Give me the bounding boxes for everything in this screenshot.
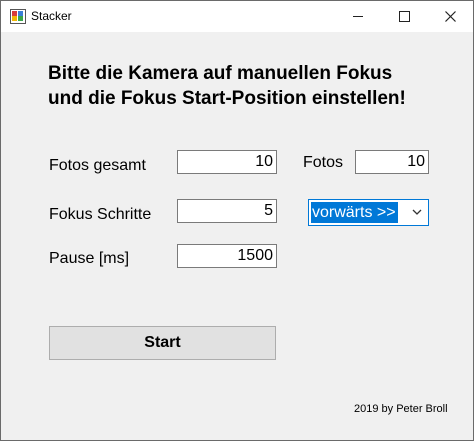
fokus-schritte-label: Fokus Schritte	[49, 206, 152, 223]
maximize-icon	[398, 11, 410, 22]
stacker-window: Stacker Bitte die Kamera auf manuellen F…	[0, 0, 474, 441]
close-button[interactable]	[427, 1, 473, 32]
pause-input[interactable]: 1500	[177, 244, 277, 268]
app-icon[interactable]	[10, 9, 26, 24]
fotos-gesamt-input[interactable]: 10	[177, 150, 277, 174]
fotos-input[interactable]: 10	[355, 150, 429, 174]
minimize-icon	[353, 16, 363, 17]
instruction-line-2: und die Fokus Start-Position einstellen!	[48, 88, 406, 109]
start-button[interactable]: Start	[49, 326, 276, 360]
maximize-button[interactable]	[381, 1, 427, 32]
title-bar[interactable]: Stacker	[1, 1, 473, 32]
credit-text: 2019 by Peter Broll	[354, 403, 448, 415]
direction-selected-value: vorwärts >>	[311, 202, 398, 223]
minimize-button[interactable]	[335, 1, 381, 32]
instruction-line-1: Bitte die Kamera auf manuellen Fokus	[48, 63, 393, 84]
chevron-down-icon[interactable]	[411, 206, 423, 218]
instruction-heading: Bitte die Kamera auf manuellen Fokus und…	[48, 61, 458, 111]
fotos-gesamt-label: Fotos gesamt	[49, 157, 146, 174]
pause-label: Pause [ms]	[49, 250, 130, 267]
fokus-schritte-input[interactable]: 5	[177, 199, 277, 223]
fotos-label: Fotos	[303, 154, 344, 171]
window-title: Stacker	[31, 9, 72, 23]
close-icon	[444, 11, 456, 22]
direction-select[interactable]: vorwärts >>	[308, 199, 429, 226]
